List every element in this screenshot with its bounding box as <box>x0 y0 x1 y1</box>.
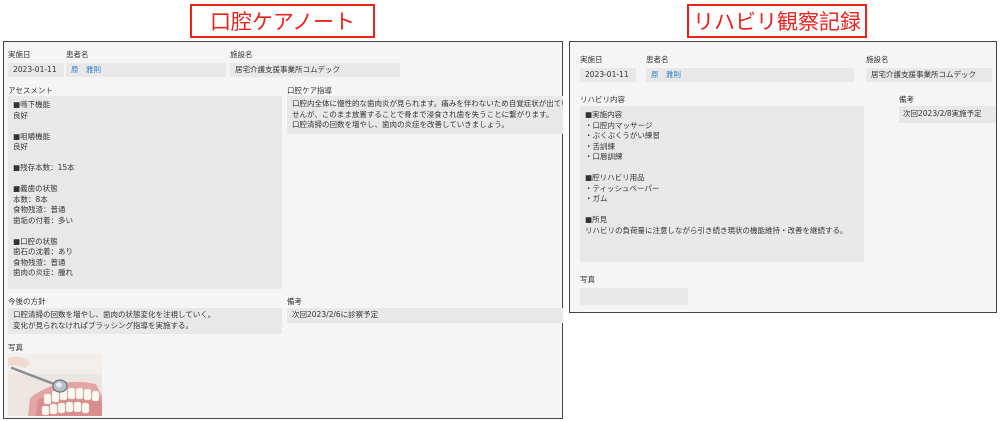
oral-care-note-panel: 実施日 2023-01-11 患者名 原 雅則 施設名 居宅介護支援事業所コムデ… <box>3 41 563 419</box>
rehab-content-line: リハビリの負荷量に注意しながら引き続き現状の機能維持・改善を継続する。 <box>585 225 848 235</box>
photo-label: 写真 <box>8 343 23 352</box>
policy-field[interactable]: 口腔清掃の回数を増やし、歯肉の状態変化を注視していく。 変化が見られなければブラッ… <box>8 308 282 334</box>
policy-line: 変化が見られなければブラッシング指導を実施する。 <box>13 320 193 330</box>
rehab-content-line: ■腔リハビリ用品 <box>585 173 645 182</box>
assessment-line <box>13 174 277 185</box>
dental-model-image <box>8 354 102 416</box>
remarks-field[interactable]: 次回2023/2/6に診察予定 <box>287 308 563 323</box>
assessment-line <box>13 226 277 237</box>
facility-label: 施設名 <box>230 50 253 59</box>
assessment-line: 歯肉の炎症：腫れ <box>13 268 73 277</box>
rehab-content-field[interactable]: ■実施内容 ・口腔内マッサージ ・ぶくぶくうがい練習 ・舌訓練 ・口唇訓練 ■腔リハビリ用… <box>580 106 864 262</box>
rehab-content-line: ・ガム <box>585 194 608 203</box>
rehab-date-field[interactable]: 2023-01-11 <box>580 68 636 82</box>
rehab-photo-label: 写真 <box>580 275 595 284</box>
assessment-line: ■義歯の状態 <box>13 184 58 193</box>
assessment-line <box>13 153 277 164</box>
assessment-field[interactable]: ■嚥下機能 良好 ■咀嚼機能 良好 ■残存本数：15本 ■義歯の状態 本数：8本 食物残渣：普… <box>8 96 282 289</box>
assessment-line: 食物残渣：普通 <box>13 257 66 267</box>
policy-line: 口腔清掃の回数を増やし、歯肉の状態変化を注視していく。 <box>13 310 216 319</box>
assessment-line: 食物残渣：普通 <box>13 205 66 214</box>
rehab-content-line: ■所見 <box>585 215 608 224</box>
date-label: 実施日 <box>8 50 31 59</box>
assessment-line: 歯石の沈着：あり <box>13 247 73 256</box>
rehab-facility-label: 施設名 <box>866 55 889 64</box>
rehab-observation-panel: 実施日 2023-01-11 患者名 原 雅則 施設名 居宅介護支援事業所コムデ… <box>569 41 997 313</box>
rehab-remarks-field[interactable]: 次回2023/2/8実施予定 <box>899 106 996 123</box>
patient-label: 患者名 <box>66 50 89 59</box>
assessment-line: ■咀嚼機能 <box>13 131 51 141</box>
assessment-line: 歯垢の付着：多い <box>13 215 73 225</box>
guidance-line: せんが、このまま放置することで骨まで浸食され歯を失うことに繋がります。 <box>292 109 554 119</box>
assessment-line: ■嚥下機能 <box>13 100 51 109</box>
date-field[interactable]: 2023-01-11 <box>8 63 64 77</box>
assessment-line <box>13 121 277 132</box>
guidance-field[interactable]: 口腔内全体に慢性的な歯肉炎が見られます。痛みを伴わないため自覚症状が出ていま せん… <box>287 96 563 134</box>
rehab-content-line: ・ティッシュペーパー <box>585 183 660 193</box>
rehab-content-label: リハビリ内容 <box>580 95 625 104</box>
rehab-content-line: ・口腔内マッサージ <box>585 120 653 130</box>
rehab-content-line: ・ぶくぶくうがい練習 <box>585 131 660 140</box>
guidance-label: 口腔ケア指導 <box>287 86 332 95</box>
right-title: リハビリ観察記録 <box>687 4 867 38</box>
rehab-content-line: ■実施内容 <box>585 110 623 119</box>
rehab-facility-field[interactable]: 居宅介護支援事業所コムデック <box>866 68 992 82</box>
remarks-label: 備考 <box>287 297 302 306</box>
dental-photo[interactable] <box>8 354 102 416</box>
rehab-date-label: 実施日 <box>580 55 603 64</box>
assessment-line: 良好 <box>13 110 28 120</box>
left-title: 口腔ケアノート <box>190 4 375 38</box>
rehab-remarks-label: 備考 <box>899 95 914 104</box>
assessment-line: ■残存本数：15本 <box>13 163 75 172</box>
assessment-line: 本数：8本 <box>13 194 48 204</box>
assessment-label: アセスメント <box>8 86 53 95</box>
guidance-line: 口腔清掃の回数を増やし、歯肉の炎症を改善していきましょう。 <box>292 120 509 129</box>
rehab-content-line: ・舌訓練 <box>585 141 615 151</box>
assessment-line: ■口腔の状態 <box>13 236 58 246</box>
rehab-content-line <box>585 205 859 216</box>
rehab-photo-placeholder[interactable] <box>580 288 688 305</box>
patient-name-link[interactable]: 原 雅則 <box>66 63 226 77</box>
rehab-patient-label: 患者名 <box>646 55 669 64</box>
rehab-content-line <box>585 163 859 174</box>
rehab-patient-name-link[interactable]: 原 雅則 <box>646 68 854 82</box>
guidance-line: 口腔内全体に慢性的な歯肉炎が見られます。痛みを伴わないため自覚症状が出ていま <box>292 99 563 108</box>
facility-field[interactable]: 居宅介護支援事業所コムデック <box>230 63 400 77</box>
policy-label: 今後の方針 <box>8 297 46 306</box>
assessment-line: 良好 <box>13 142 28 151</box>
rehab-content-line: ・口唇訓練 <box>585 152 623 161</box>
